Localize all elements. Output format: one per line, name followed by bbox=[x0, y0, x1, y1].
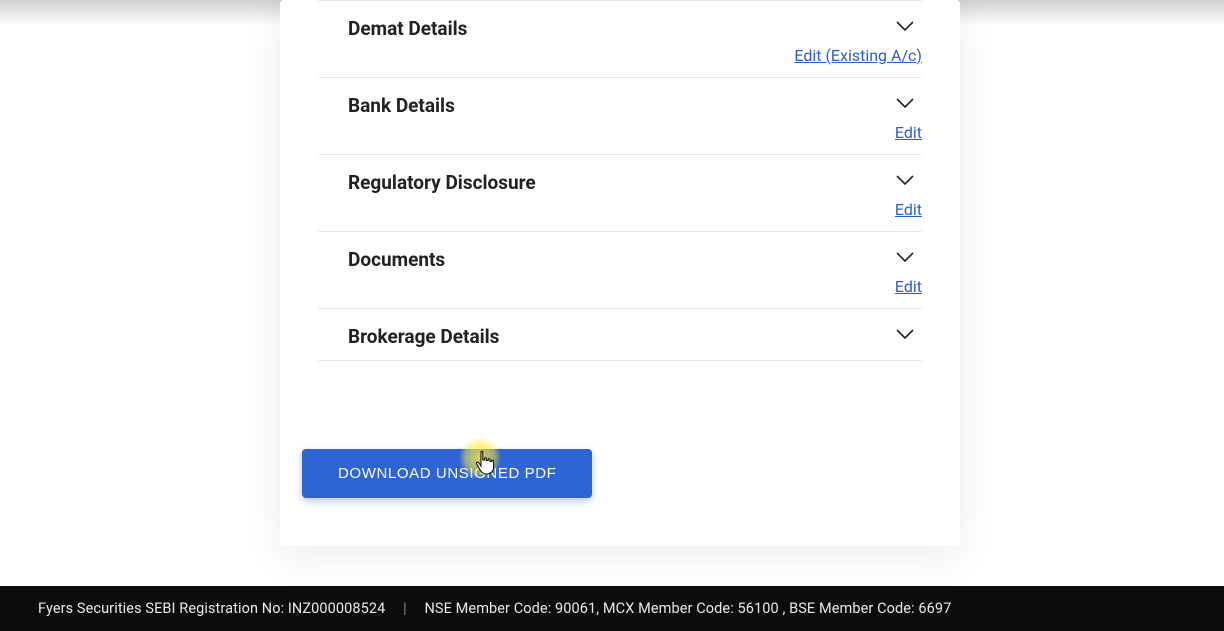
form-card: Demat Details Edit (Existing A/c) Bank D… bbox=[280, 0, 960, 546]
footer-bar: Fyers Securities SEBI Registration No: I… bbox=[0, 586, 1224, 631]
chevron-down-icon[interactable] bbox=[896, 175, 914, 187]
edit-link-regulatory[interactable]: Edit bbox=[318, 200, 922, 219]
footer-separator: | bbox=[403, 600, 407, 617]
section-title: Documents bbox=[318, 248, 922, 271]
section-title: Bank Details bbox=[318, 94, 922, 117]
chevron-down-icon[interactable] bbox=[896, 252, 914, 264]
edit-link-bank[interactable]: Edit bbox=[318, 123, 922, 142]
download-unsigned-pdf-button[interactable]: DOWNLOAD UNSIGNED PDF bbox=[302, 449, 592, 498]
section-brokerage-details[interactable]: Brokerage Details bbox=[318, 308, 922, 361]
section-title: Demat Details bbox=[318, 17, 922, 40]
section-bank-details[interactable]: Bank Details Edit bbox=[318, 77, 922, 154]
edit-link-demat[interactable]: Edit (Existing A/c) bbox=[318, 46, 922, 65]
footer-codes: NSE Member Code: 90061, MCX Member Code:… bbox=[424, 600, 951, 617]
footer-sebi: Fyers Securities SEBI Registration No: I… bbox=[38, 600, 385, 617]
section-regulatory-disclosure[interactable]: Regulatory Disclosure Edit bbox=[318, 154, 922, 231]
chevron-down-icon[interactable] bbox=[896, 98, 914, 110]
section-title: Brokerage Details bbox=[318, 325, 922, 348]
chevron-down-icon[interactable] bbox=[896, 329, 914, 341]
chevron-down-icon[interactable] bbox=[896, 21, 914, 33]
section-title: Regulatory Disclosure bbox=[318, 171, 922, 194]
section-demat-details[interactable]: Demat Details Edit (Existing A/c) bbox=[318, 0, 922, 77]
edit-link-documents[interactable]: Edit bbox=[318, 277, 922, 296]
section-documents[interactable]: Documents Edit bbox=[318, 231, 922, 308]
